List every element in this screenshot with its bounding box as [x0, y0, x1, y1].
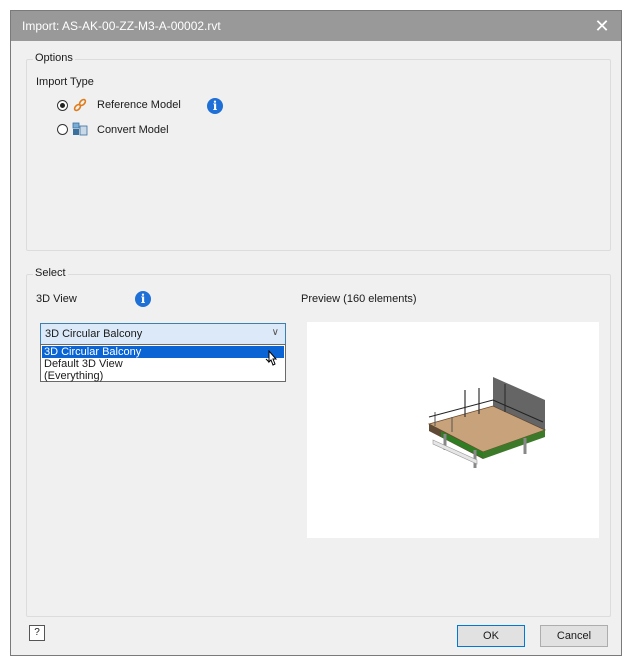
dialog-title: Import: AS-AK-00-ZZ-M3-A-00002.rvt: [22, 19, 221, 33]
options-legend: Options: [33, 52, 75, 64]
preview-label: Preview (160 elements): [301, 293, 417, 305]
help-button[interactable]: ?: [29, 625, 45, 641]
convert-model-radio[interactable]: [57, 124, 68, 135]
convert-model-icon: [72, 121, 88, 137]
reference-model-radio[interactable]: [57, 100, 68, 111]
3d-view-combobox[interactable]: 3D Circular Balcony ∨: [40, 323, 286, 345]
import-dialog: Import: AS-AK-00-ZZ-M3-A-00002.rvt ✕ Opt…: [10, 10, 622, 656]
3d-view-label: 3D View: [36, 293, 77, 305]
convert-model-label[interactable]: Convert Model: [97, 124, 169, 136]
ok-button[interactable]: OK: [457, 625, 525, 647]
cancel-button[interactable]: Cancel: [540, 625, 608, 647]
combobox-value: 3D Circular Balcony: [45, 328, 143, 340]
reference-model-label[interactable]: Reference Model: [97, 99, 181, 111]
mouse-cursor-icon: [263, 349, 279, 370]
dropdown-option[interactable]: Default 3D View: [42, 358, 284, 370]
info-icon[interactable]: i: [207, 98, 223, 114]
select-legend: Select: [33, 267, 68, 279]
3d-view-dropdown-list: 3D Circular Balcony Default 3D View (Eve…: [40, 344, 286, 382]
dropdown-option[interactable]: 3D Circular Balcony: [42, 346, 284, 358]
info-icon[interactable]: i: [135, 291, 151, 307]
options-group: Options: [26, 52, 611, 251]
balcony-model-image: [427, 377, 547, 468]
title-bar[interactable]: Import: AS-AK-00-ZZ-M3-A-00002.rvt ✕: [11, 11, 621, 41]
model-preview: [307, 322, 599, 538]
import-type-label: Import Type: [36, 76, 94, 88]
chevron-down-icon[interactable]: ∨: [272, 327, 279, 338]
dropdown-option[interactable]: (Everything): [42, 370, 284, 382]
link-icon: [72, 97, 88, 113]
close-icon[interactable]: ✕: [583, 11, 621, 41]
